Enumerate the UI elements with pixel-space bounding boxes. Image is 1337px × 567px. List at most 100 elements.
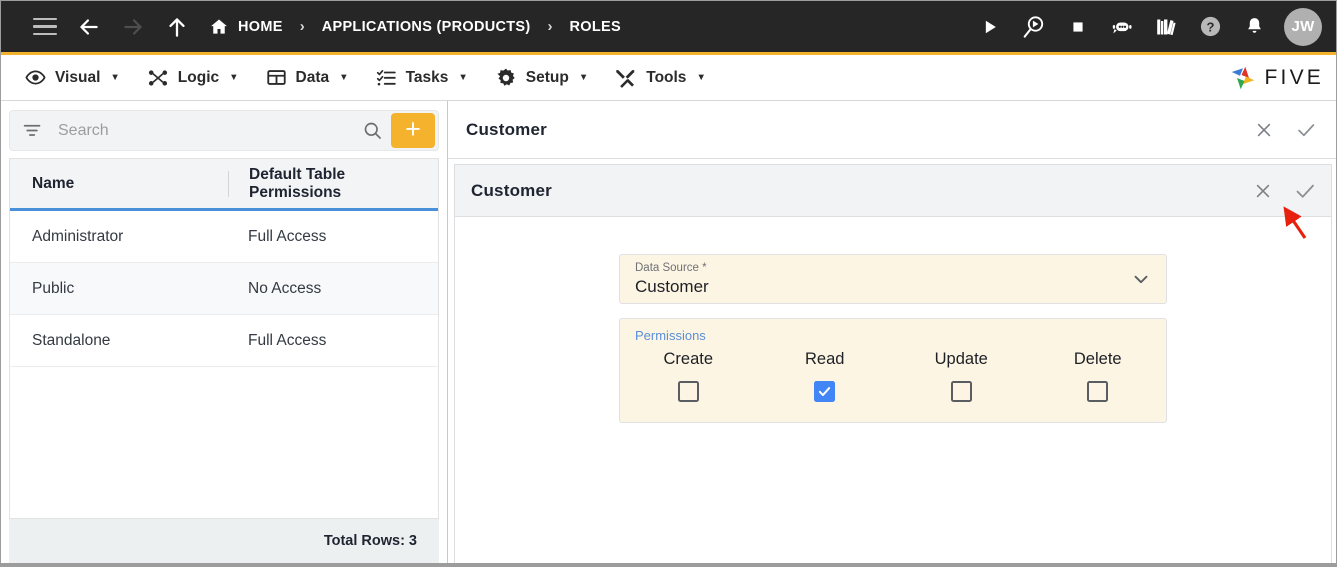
- home-icon: [211, 19, 227, 34]
- plus-icon: +: [405, 113, 421, 144]
- svg-text:?: ?: [1206, 19, 1214, 34]
- back-button[interactable]: [67, 7, 111, 47]
- permissions-grid: Create Read Update Delete: [620, 350, 1166, 402]
- outer-close-button[interactable]: [1252, 118, 1276, 142]
- debug-button[interactable]: [1014, 7, 1054, 47]
- logic-nodes-icon: [148, 69, 167, 86]
- avatar[interactable]: JW: [1284, 7, 1322, 46]
- filter-icon[interactable]: [22, 120, 46, 141]
- permission-update: Update: [893, 350, 1030, 402]
- cell-name: Standalone: [32, 331, 111, 349]
- menu-item-tools[interactable]: Tools ▼: [607, 55, 725, 100]
- breadcrumb-separator: ›: [299, 18, 305, 35]
- breadcrumb-label: HOME: [238, 18, 283, 35]
- data-source-text: Data Source * Customer: [635, 262, 709, 296]
- data-source-label: Data Source *: [635, 261, 707, 274]
- inner-panel-header: Customer: [455, 165, 1331, 217]
- table-footer: Total Rows: 3: [9, 518, 439, 563]
- forward-button[interactable]: [111, 7, 155, 47]
- inner-panel-title: Customer: [471, 180, 552, 200]
- tools-icon: [616, 69, 635, 88]
- stop-button[interactable]: [1058, 7, 1098, 47]
- inner-confirm-button[interactable]: [1293, 179, 1317, 203]
- table-empty-space: [10, 367, 438, 518]
- menu-item-label: Tools: [646, 68, 687, 86]
- table-row[interactable]: Public No Access: [10, 263, 438, 315]
- notification-bell-icon: [1247, 18, 1261, 33]
- hamburger-icon: [33, 17, 57, 36]
- checklist-icon: [376, 70, 396, 86]
- chevron-down-icon: ▼: [229, 72, 239, 83]
- cell-name: Administrator: [32, 227, 124, 245]
- menu-item-label: Data: [295, 68, 330, 86]
- menu-item-logic[interactable]: Logic ▼: [139, 55, 258, 100]
- checkmark-icon: [1298, 123, 1315, 136]
- checkmark-icon: [1296, 184, 1314, 198]
- menu-item-setup[interactable]: Setup ▼: [487, 55, 607, 100]
- back-arrow-icon: [80, 18, 98, 35]
- breadcrumb-item-home[interactable]: HOME: [209, 17, 283, 37]
- up-level-button[interactable]: [155, 7, 199, 47]
- search-icon[interactable]: [355, 120, 389, 141]
- main-body: + Name Default Table Permissions Adminis…: [1, 101, 1336, 563]
- cell-name: Public: [32, 279, 75, 297]
- table-row[interactable]: Standalone Full Access: [10, 315, 438, 367]
- chevron-down-icon[interactable]: [1130, 268, 1152, 290]
- delete-checkbox[interactable]: [1087, 381, 1109, 402]
- roles-table: Name Default Table Permissions Administr…: [9, 158, 439, 518]
- data-source-select[interactable]: Data Source * Customer: [619, 254, 1167, 304]
- library-books-icon: [1157, 19, 1176, 35]
- inner-close-button[interactable]: [1251, 179, 1275, 203]
- create-checkbox[interactable]: [677, 381, 699, 402]
- read-checkbox[interactable]: [814, 381, 836, 402]
- permission-label: Read: [805, 350, 845, 368]
- help-button[interactable]: ?: [1190, 7, 1230, 47]
- right-pane: Customer Customer Data Source * Customer…: [448, 101, 1336, 563]
- cell-permissions: Full Access: [248, 331, 327, 349]
- outer-header-actions: [1252, 118, 1318, 142]
- chevron-down-icon: ▼: [110, 72, 120, 83]
- permissions-group: Permissions Create Read Update Delete: [619, 318, 1167, 423]
- table-grid-icon: [266, 70, 286, 85]
- menu-item-visual[interactable]: Visual ▼: [17, 55, 139, 100]
- table-header-row: Name Default Table Permissions: [10, 159, 438, 211]
- menu-item-data[interactable]: Data ▼: [258, 55, 368, 100]
- outer-panel-header: Customer: [448, 101, 1336, 159]
- menu-item-label: Visual: [55, 68, 101, 86]
- close-x-icon: [1257, 123, 1271, 136]
- permission-label: Create: [663, 350, 714, 368]
- chevron-down-icon: ▼: [696, 72, 706, 83]
- column-header-name[interactable]: Name: [10, 159, 228, 208]
- data-source-value: Customer: [635, 276, 709, 296]
- hamburger-menu-button[interactable]: [23, 7, 67, 47]
- nav-left-group: [23, 7, 199, 47]
- documentation-button[interactable]: [1146, 7, 1186, 47]
- permission-delete: Delete: [1030, 350, 1167, 402]
- chevron-down-icon: ▼: [578, 72, 589, 83]
- five-pinwheel-logo: [1231, 66, 1254, 89]
- left-pane: + Name Default Table Permissions Adminis…: [1, 101, 448, 563]
- inner-header-actions: [1251, 179, 1317, 203]
- top-navigation-bar: HOME › APPLICATIONS (PRODUCTS) › ROLES ?…: [1, 1, 1336, 55]
- breadcrumb-label: ROLES: [569, 18, 621, 35]
- toolbar-actions: ? JW: [970, 7, 1322, 47]
- up-arrow-icon: [169, 17, 185, 37]
- run-button[interactable]: [970, 7, 1010, 47]
- notifications-button[interactable]: [1234, 7, 1274, 47]
- cell-permissions: No Access: [248, 279, 322, 297]
- search-bar: +: [9, 110, 439, 151]
- chat-bot-button[interactable]: [1102, 7, 1142, 47]
- inner-panel-body: Data Source * Customer Permissions Creat…: [455, 217, 1331, 563]
- search-input[interactable]: [46, 121, 355, 140]
- role-permission-form: Data Source * Customer Permissions Creat…: [619, 254, 1167, 423]
- outer-confirm-button[interactable]: [1294, 118, 1318, 142]
- menu-item-tasks[interactable]: Tasks ▼: [368, 55, 487, 100]
- table-row[interactable]: Administrator Full Access: [10, 211, 438, 263]
- permission-create: Create: [620, 350, 757, 402]
- breadcrumb-item-roles[interactable]: ROLES: [570, 19, 621, 35]
- column-header-default-table-permissions[interactable]: Default Table Permissions: [228, 166, 438, 201]
- add-record-button[interactable]: +: [391, 113, 435, 148]
- update-checkbox[interactable]: [950, 381, 972, 402]
- breadcrumb-item-applications[interactable]: APPLICATIONS (PRODUCTS): [322, 19, 531, 35]
- close-x-icon: [1256, 184, 1270, 197]
